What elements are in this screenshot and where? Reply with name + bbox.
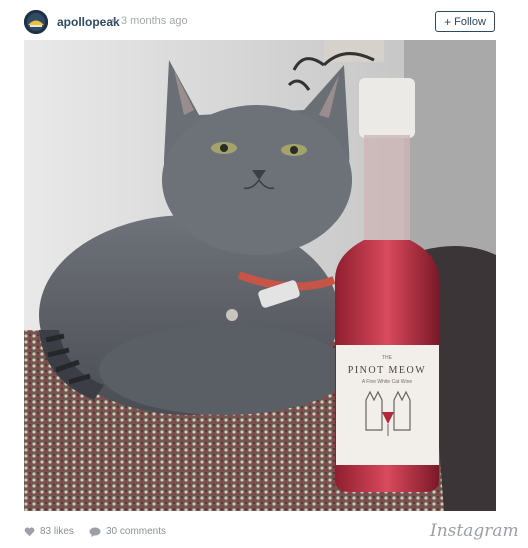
follow-button[interactable]: + Follow [435,11,495,32]
bottle-label-sub: A Fine White Cat Wine [362,379,413,385]
instagram-wordmark[interactable]: Instagram [430,521,519,541]
plus-icon: + [444,14,452,29]
avatar[interactable] [24,10,48,34]
post-time: 3 months ago [121,15,188,27]
heart-icon [24,527,35,536]
likes-label: 83 likes [40,526,74,537]
post-footer: 83 likes 30 comments Instagram [0,512,528,548]
comments-count[interactable]: 30 comments [89,526,166,537]
comments-label: 30 comments [106,526,167,537]
post-photo[interactable]: THE PINOT MEOW A Fine White Cat Wine [24,40,496,511]
bottle-label-brand: PINOT MEOW [348,365,426,376]
bottle-label-top: THE [382,355,393,361]
speech-bubble-icon [89,527,101,537]
separator-dot: • [111,15,115,27]
likes-count[interactable]: 83 likes [24,526,74,537]
photo-cat-with-wine-bottle: THE PINOT MEOW A Fine White Cat Wine [24,40,496,511]
follow-label: Follow [454,15,486,28]
post-header: apollopeak • 3 months ago + Follow [0,0,528,42]
